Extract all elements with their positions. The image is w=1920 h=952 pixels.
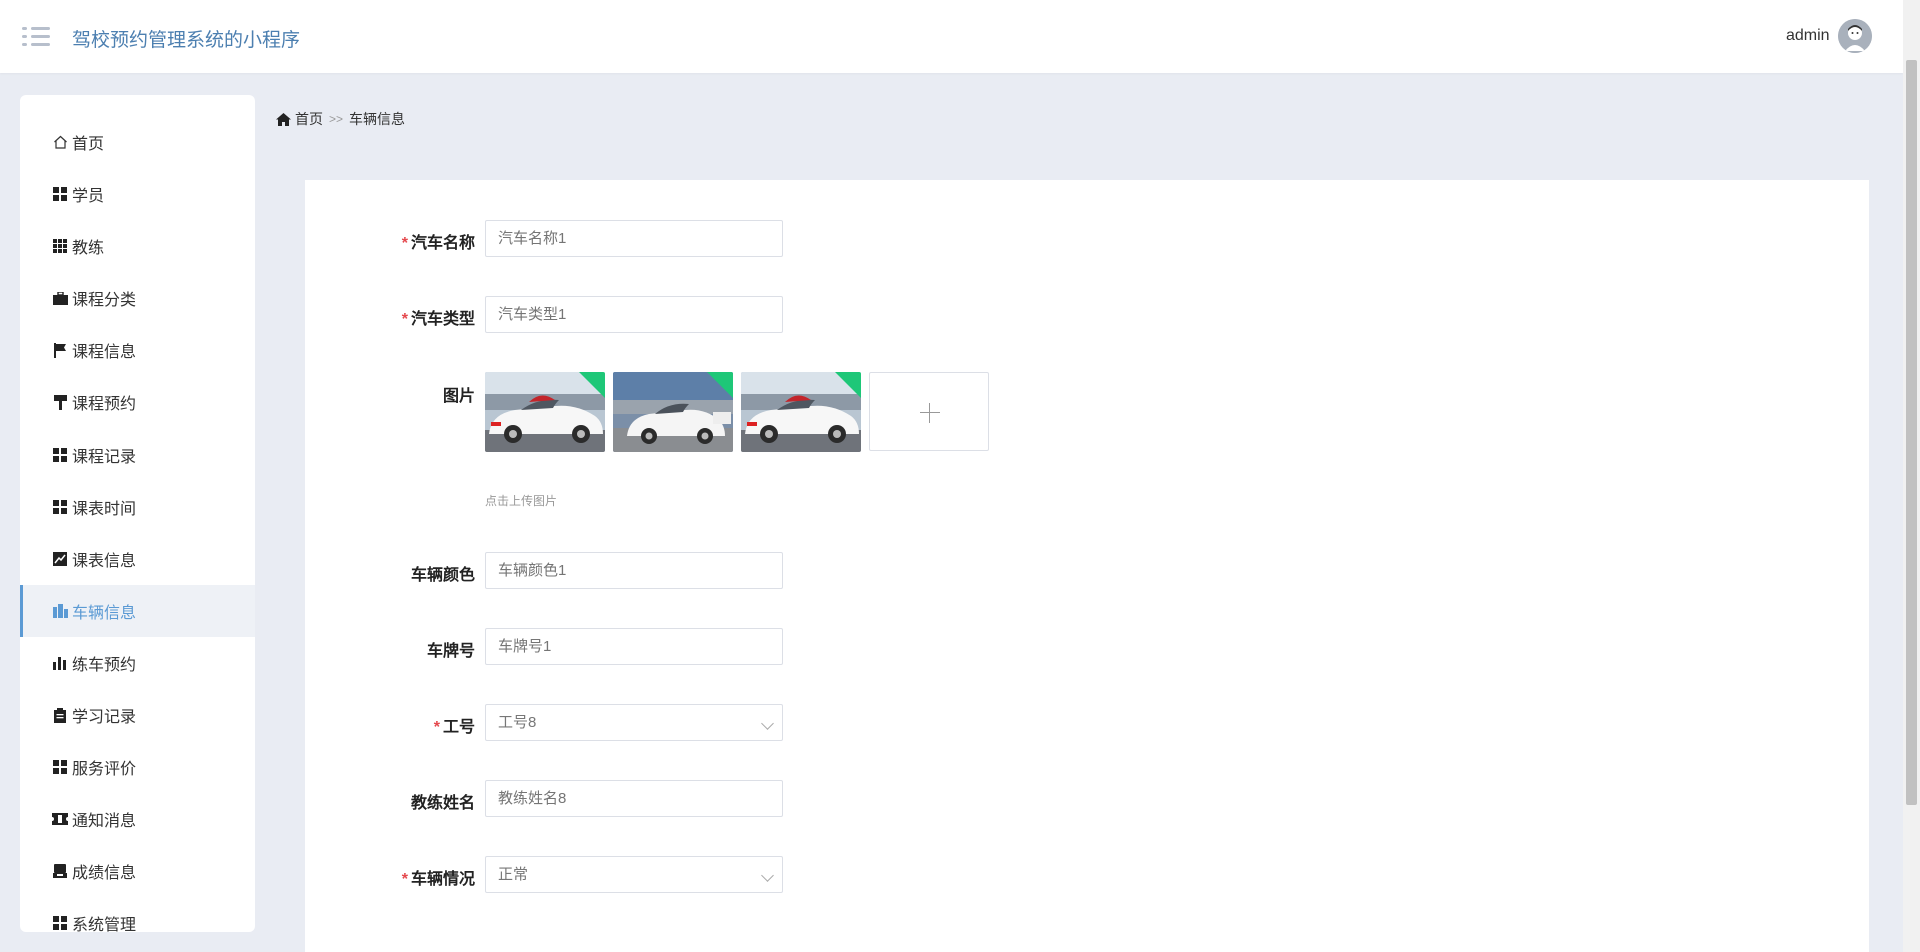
sidebar-item-label: 服务评价: [72, 761, 137, 778]
breadcrumb: 首页 >> 车辆信息: [276, 109, 405, 129]
plus-icon: [929, 403, 930, 423]
grid-icon: [52, 447, 68, 463]
sidebar-item-course-category[interactable]: 课程分类: [20, 272, 255, 324]
car-image-thumbnail[interactable]: [613, 372, 733, 452]
car-color-input[interactable]: [485, 552, 783, 589]
breadcrumb-current: 车辆信息: [349, 111, 406, 127]
bar-chart-icon: [52, 655, 68, 671]
user-avatar-icon: [1838, 19, 1872, 53]
chevron-down-icon: [761, 717, 774, 730]
upload-success-badge: [579, 372, 605, 398]
home-icon: [276, 112, 291, 126]
page-scrollbar[interactable]: [1903, 0, 1920, 952]
paint-roller-icon: [52, 394, 68, 410]
sidebar-item-system-admin[interactable]: 系统管理: [20, 897, 255, 932]
sidebar-item-course-records[interactable]: 课程记录: [20, 429, 255, 481]
sidebar-item-schedule-info[interactable]: 课表信息: [20, 533, 255, 585]
car-image-thumbnail[interactable]: [485, 372, 605, 452]
required-marker: *: [401, 311, 408, 328]
grid-icon: [52, 915, 68, 931]
inbox-icon: [52, 863, 68, 879]
sidebar-item-notifications[interactable]: 通知消息: [20, 793, 255, 845]
menu-toggle-icon[interactable]: [22, 24, 52, 50]
flag-icon: [52, 342, 68, 358]
image-upload-button[interactable]: [869, 372, 989, 451]
app-title: 驾校预约管理系统的小程序: [72, 30, 301, 51]
sidebar-item-label: 课程分类: [72, 292, 137, 309]
grid-icon: [52, 499, 68, 515]
building-icon: [52, 603, 68, 619]
upload-success-badge: [835, 372, 861, 398]
required-marker: *: [401, 871, 408, 888]
sidebar-item-label: 练车预约: [72, 657, 137, 674]
sidebar-item-label: 系统管理: [72, 917, 137, 932]
ticket-icon: [52, 811, 68, 827]
sidebar-item-course-booking[interactable]: 课程预约: [20, 376, 255, 428]
upload-hint: 点击上传图片: [485, 494, 558, 508]
car-type-input[interactable]: [485, 296, 783, 333]
sidebar-item-label: 学习记录: [72, 709, 137, 726]
grid-nine-icon: [52, 238, 68, 254]
sidebar: 首页 学员 教练 课程分类 课程信息 课程预约 课程记录 课表时间 课表信息 车…: [20, 95, 255, 932]
job-number-value: 工号8: [498, 714, 537, 731]
sidebar-item-label: 课表时间: [72, 501, 137, 518]
job-number-label: * 工号: [433, 719, 475, 736]
car-status-select[interactable]: 正常: [485, 856, 783, 893]
sidebar-item-label: 教练: [72, 240, 105, 257]
car-name-label: * 汽车名称: [401, 235, 475, 252]
sidebar-item-label: 课程记录: [72, 449, 137, 466]
grid-icon: [52, 186, 68, 202]
sidebar-item-schedule-time[interactable]: 课表时间: [20, 481, 255, 533]
coach-name-input[interactable]: [485, 780, 783, 817]
briefcase-icon: [52, 290, 68, 306]
required-marker: *: [433, 719, 440, 736]
sidebar-item-label: 通知消息: [72, 813, 137, 830]
avatar[interactable]: [1838, 19, 1872, 53]
sidebar-item-label: 车辆信息: [72, 605, 137, 622]
car-name-input[interactable]: [485, 220, 783, 257]
top-header: 驾校预约管理系统的小程序 admin: [0, 0, 1903, 73]
sidebar-item-label: 课程信息: [72, 344, 137, 361]
breadcrumb-separator: >>: [329, 112, 344, 126]
plus-icon: [920, 412, 940, 413]
job-number-select[interactable]: 工号8: [485, 704, 783, 741]
sidebar-item-home[interactable]: 首页: [20, 116, 255, 168]
coach-name-label: 教练姓名: [410, 795, 475, 812]
sidebar-item-vehicle-info[interactable]: 车辆信息: [20, 585, 255, 637]
line-chart-icon: [52, 551, 68, 567]
sidebar-item-label: 课程预约: [72, 396, 137, 413]
required-marker: *: [401, 235, 408, 252]
upload-success-badge: [707, 372, 733, 398]
car-status-label: * 车辆情况: [401, 871, 475, 888]
sidebar-item-practice-booking[interactable]: 练车预约: [20, 637, 255, 689]
image-label: 图片: [442, 388, 475, 405]
chevron-down-icon: [761, 869, 774, 882]
scrollbar-thumb[interactable]: [1906, 60, 1917, 805]
home-icon: [52, 134, 68, 150]
clipboard-icon: [52, 707, 68, 723]
sidebar-item-label: 首页: [72, 136, 105, 153]
grid-icon: [52, 759, 68, 775]
sidebar-item-course-info[interactable]: 课程信息: [20, 324, 255, 376]
car-type-label: * 汽车类型: [401, 311, 475, 328]
sidebar-item-study-records[interactable]: 学习记录: [20, 689, 255, 741]
sidebar-item-students[interactable]: 学员: [20, 168, 255, 220]
sidebar-item-label: 学员: [72, 188, 105, 205]
user-name[interactable]: admin: [1786, 27, 1830, 45]
sidebar-item-coaches[interactable]: 教练: [20, 220, 255, 272]
sidebar-item-service-review[interactable]: 服务评价: [20, 741, 255, 793]
sidebar-item-label: 课表信息: [72, 553, 137, 570]
sidebar-item-label: 成绩信息: [72, 865, 137, 882]
car-status-value: 正常: [498, 866, 529, 883]
car-image-thumbnail[interactable]: [741, 372, 861, 452]
sidebar-item-grade-info[interactable]: 成绩信息: [20, 845, 255, 897]
breadcrumb-home-link[interactable]: 首页: [295, 109, 323, 129]
plate-number-input[interactable]: [485, 628, 783, 665]
car-color-label: 车辆颜色: [410, 567, 475, 584]
plate-number-label: 车牌号: [426, 643, 475, 660]
